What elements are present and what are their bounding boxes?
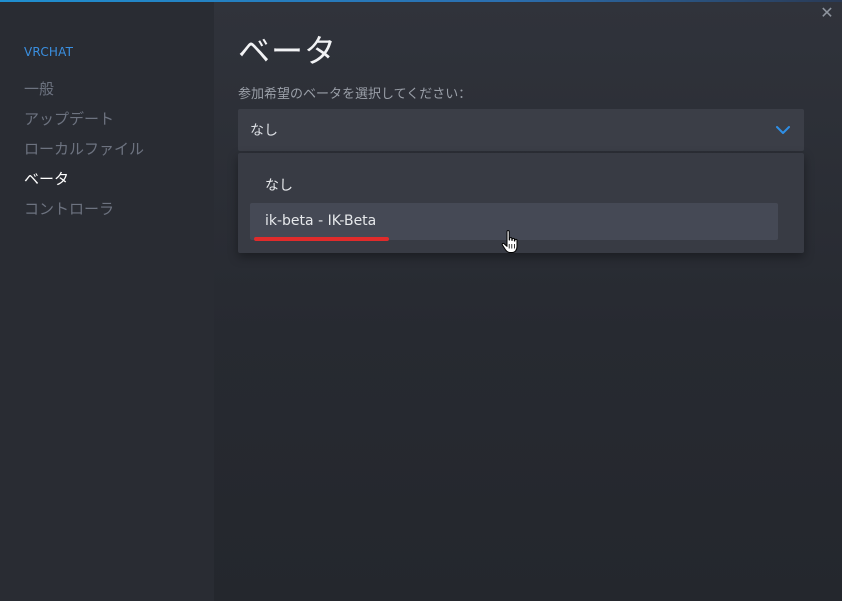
- close-icon[interactable]: ✕: [817, 2, 837, 24]
- beta-select-value: なし: [250, 123, 278, 139]
- beta-option-none[interactable]: なし: [250, 167, 778, 201]
- page-title: ベータ: [238, 32, 338, 70]
- beta-select-dropdown[interactable]: なし: [238, 109, 804, 151]
- app-name-heading: VRCHAT: [24, 45, 74, 59]
- settings-nav: 一般 アップデート ローカルファイル ベータ コントローラ: [24, 78, 144, 228]
- beta-option-label: ik-beta - IK-Beta: [265, 213, 377, 229]
- sidebar-item-general[interactable]: 一般: [24, 78, 144, 108]
- sidebar-item-controller[interactable]: コントローラ: [24, 198, 144, 228]
- sidebar-item-betas[interactable]: ベータ: [24, 168, 144, 198]
- sidebar-item-updates[interactable]: アップデート: [24, 108, 144, 138]
- sidebar-item-local-files[interactable]: ローカルファイル: [24, 138, 144, 168]
- hand-pointer-cursor-icon: [501, 230, 518, 253]
- red-annotation-underline: [254, 237, 389, 241]
- beta-option-label: なし: [265, 178, 293, 194]
- beta-select-prompt: 参加希望のベータを選択してください：: [238, 87, 472, 102]
- settings-sidebar: VRCHAT 一般 アップデート ローカルファイル ベータ コントローラ: [0, 2, 214, 601]
- chevron-down-icon: [776, 126, 790, 134]
